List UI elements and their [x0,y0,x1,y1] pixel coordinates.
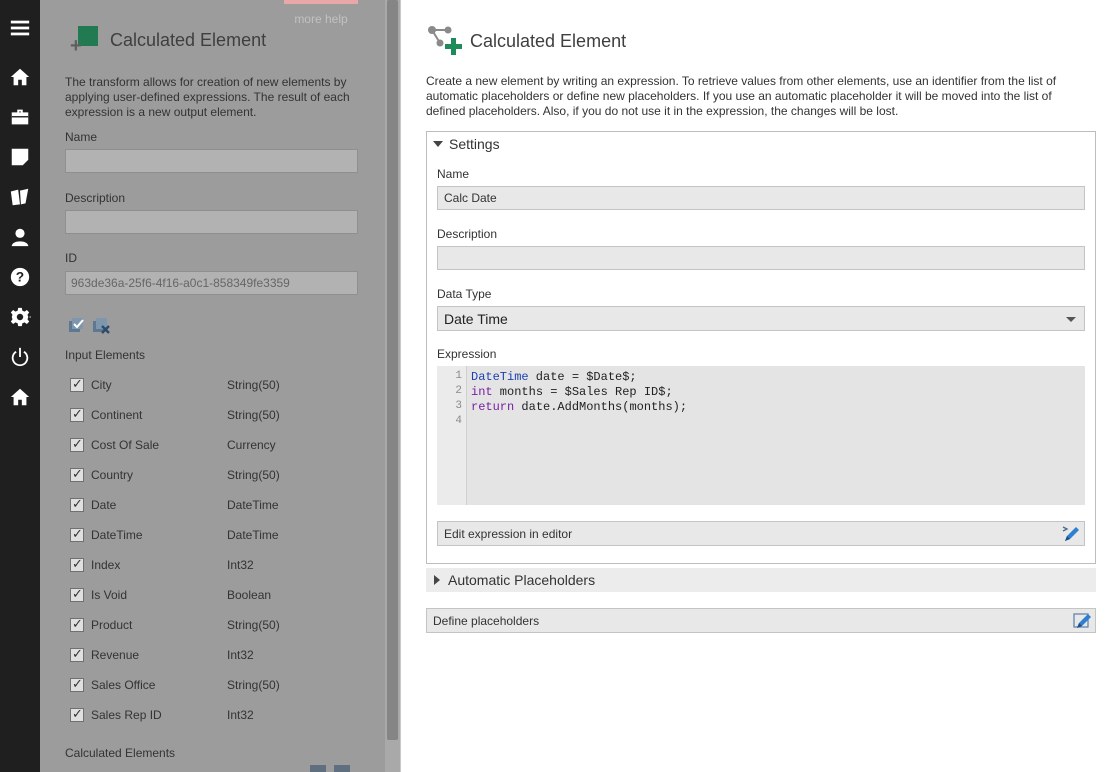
expression-editor[interactable]: 1 2 3 4 DateTime date = $Date$; int mont… [437,366,1085,505]
list-item[interactable]: Is VoidBoolean [70,580,360,610]
settings-header[interactable]: Settings [427,132,1095,156]
checkbox[interactable] [70,676,84,692]
panel-header: + Calculated Element [70,26,267,56]
property-panel: more help + Calculated Element The trans… [40,0,385,772]
book-icon[interactable] [0,180,40,214]
data-type-select[interactable]: Date Time [437,306,1085,331]
panel-title: Calculated Element [110,29,267,50]
list-item[interactable]: Cost Of SaleCurrency [70,430,360,460]
home-icon[interactable] [0,60,40,94]
collapse-triangle-icon [433,141,443,147]
calculated-elements-toolbar [310,764,360,772]
list-item[interactable]: DateDateTime [70,490,360,520]
description-input[interactable] [437,246,1085,270]
name-label: Name [65,130,98,144]
checkbox[interactable] [70,406,84,422]
name-label: Name [437,167,470,181]
add-calculated-icon[interactable] [310,765,326,772]
code-line: int months = $Sales Rep ID$; [471,385,673,399]
checkbox[interactable] [70,376,84,392]
checkbox[interactable] [70,496,84,512]
help-icon[interactable]: ? [0,260,40,294]
edit-placeholders-icon [1073,613,1091,628]
calculated-element-dialog: Calculated Element Create a new element … [401,0,1114,772]
deselect-all-icon[interactable] [92,316,110,334]
list-item[interactable]: CountryString(50) [70,460,360,490]
description-label: Description [437,227,498,241]
id-input[interactable]: 963de36a-25f6-4f16-a0c1-858349fe3359 [65,271,358,295]
input-elements-toolbar [68,316,110,334]
expand-triangle-icon [434,575,440,585]
expression-label: Expression [437,347,497,361]
list-item[interactable]: Sales Rep IDInt32 [70,700,360,730]
define-placeholders-button[interactable]: Define placeholders [426,608,1096,633]
gear-icon[interactable] [0,300,40,334]
checkbox[interactable] [70,526,84,542]
power-icon[interactable] [0,340,40,374]
list-item[interactable]: CityString(50) [70,370,360,400]
calculated-element-icon: + [70,26,100,56]
input-elements-list: CityString(50) ContinentString(50) Cost … [70,370,360,730]
checkbox[interactable] [70,436,84,452]
checkbox[interactable] [70,646,84,662]
scrollbar-thumb[interactable] [387,0,398,740]
code-line: DateTime date = $Date$; [471,370,637,384]
list-item[interactable]: DateTimeDateTime [70,520,360,550]
checkbox[interactable] [70,586,84,602]
select-all-icon[interactable] [68,316,86,334]
note-icon[interactable] [0,140,40,174]
dialog-title: Calculated Element [470,30,627,51]
calculated-elements-label: Calculated Elements [65,746,176,760]
checkbox[interactable] [70,466,84,482]
list-item[interactable]: ProductString(50) [70,610,360,640]
remove-calculated-icon[interactable] [334,765,350,772]
checkbox[interactable] [70,556,84,572]
app-sidebar: ? [0,0,40,772]
briefcase-icon[interactable] [0,100,40,134]
code-area[interactable]: DateTime date = $Date$; int months = $Sa… [467,366,687,505]
name-input[interactable]: Calc Date [437,186,1085,210]
list-item[interactable]: ContinentString(50) [70,400,360,430]
id-label: ID [65,251,77,265]
input-elements-label: Input Elements [65,348,146,362]
data-type-label: Data Type [437,287,492,301]
calculated-element-icon [428,26,462,55]
menu-icon[interactable] [0,11,40,45]
name-input[interactable] [65,149,358,173]
home-icon[interactable] [0,380,40,414]
code-line: return date.AddMonths(months); [471,400,688,414]
description-label: Description [65,191,126,205]
list-item[interactable]: IndexInt32 [70,550,360,580]
panel-scrollbar[interactable] [385,0,400,772]
user-icon[interactable] [0,220,40,254]
edit-code-icon [1062,526,1079,541]
description-input[interactable] [65,210,358,234]
more-help-link[interactable]: more help [284,0,358,28]
checkbox[interactable] [70,706,84,722]
panel-description: The transform allows for creation of new… [65,75,350,119]
svg-text:?: ? [16,270,24,285]
list-item[interactable]: RevenueInt32 [70,640,360,670]
line-number-gutter: 1 2 3 4 [437,366,467,505]
dialog-header: Calculated Element [426,24,626,58]
chevron-down-icon [1066,317,1076,322]
settings-section: Settings Name Calc Date Description Data… [426,131,1096,564]
list-item[interactable]: Sales OfficeString(50) [70,670,360,700]
dialog-description: Create a new element by writing an expre… [426,74,1057,118]
checkbox[interactable] [70,616,84,632]
edit-expression-button[interactable]: Edit expression in editor [437,521,1085,546]
automatic-placeholders-header[interactable]: Automatic Placeholders [426,568,1096,592]
